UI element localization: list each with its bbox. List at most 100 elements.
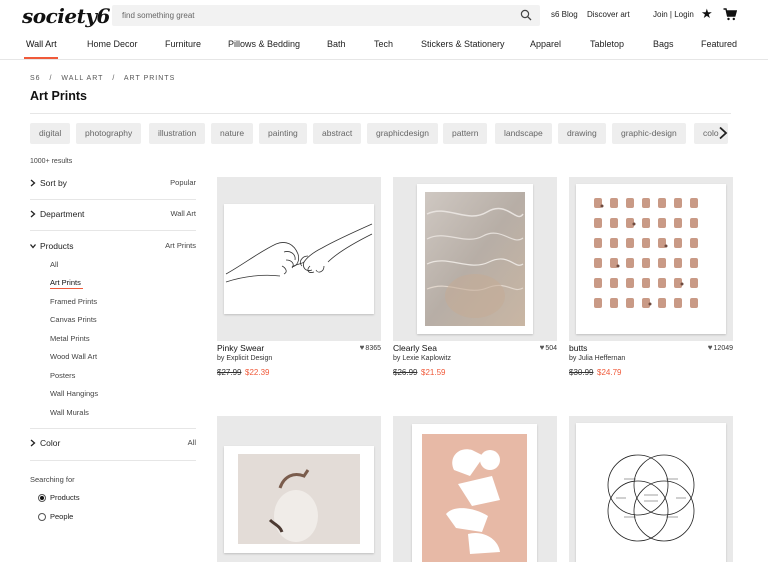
print-frame (576, 423, 726, 562)
category-wall-art[interactable]: Wall Art (26, 39, 57, 49)
breadcrumb-separator: / (112, 75, 116, 82)
star-icon[interactable]: ★ (701, 7, 713, 20)
print-frame (412, 424, 537, 562)
facet-sort-by[interactable]: Sort by Popular (30, 177, 196, 191)
product-image[interactable] (217, 416, 381, 562)
product-image[interactable] (569, 177, 733, 341)
divider (30, 428, 196, 429)
facet-value: Art Prints (165, 241, 196, 250)
product-type-wall-murals[interactable]: Wall Murals (50, 408, 89, 417)
blog-link[interactable]: s6 Blog (551, 10, 578, 19)
chevron-right-icon[interactable] (717, 126, 729, 140)
facet-value: Wall Art (170, 209, 196, 218)
facet-value: Popular (170, 178, 196, 187)
sale-price: $22.39 (245, 368, 270, 377)
discover-art-link[interactable]: Discover art (587, 10, 630, 19)
tag-chip[interactable]: drawing (558, 123, 606, 144)
facet-color[interactable]: Color All (30, 437, 196, 451)
product-name[interactable]: butts (569, 343, 587, 353)
facet-label: Color (40, 438, 61, 448)
product-card[interactable]: Clearly Sea ♥504 by Lexie Kaplowitz $26.… (393, 177, 557, 381)
product-name[interactable]: Pinky Swear (217, 343, 264, 353)
heart-icon[interactable]: ♥ (360, 343, 365, 352)
product-card[interactable] (569, 416, 733, 562)
product-artist[interactable]: by Julia Heffernan (569, 355, 625, 362)
facet-value: All (187, 438, 196, 447)
tag-chip[interactable]: photography (76, 123, 142, 144)
cart-icon[interactable] (723, 8, 737, 21)
product-image[interactable] (393, 177, 557, 341)
abstract-shapes-print (422, 434, 527, 562)
tag-chip[interactable]: graphic-design (612, 123, 686, 144)
radio-button[interactable] (38, 513, 46, 521)
category-tabletop[interactable]: Tabletop (590, 39, 624, 49)
product-type-metal-prints[interactable]: Metal Prints (50, 334, 90, 343)
tag-chip[interactable]: digital (30, 123, 71, 144)
search-icon[interactable] (520, 9, 532, 21)
facet-label: Sort by (40, 178, 67, 188)
category-stickers-stationery[interactable]: Stickers & Stationery (421, 39, 505, 49)
tag-chip[interactable]: graphicdesign (367, 123, 438, 144)
facet-products[interactable]: Products Art Prints (30, 240, 196, 254)
product-artist[interactable]: by Explicit Design (217, 355, 272, 362)
product-image[interactable] (217, 177, 381, 341)
category-tech[interactable]: Tech (374, 39, 393, 49)
category-featured[interactable]: Featured (701, 39, 737, 49)
favorite-count[interactable]: ♥504 (540, 343, 557, 352)
product-type-wood-wall-art[interactable]: Wood Wall Art (50, 352, 97, 361)
category-home-decor[interactable]: Home Decor (87, 39, 138, 49)
tag-chip[interactable]: pattern (443, 123, 488, 144)
favorite-count[interactable]: ♥8365 (360, 343, 381, 352)
product-type-all[interactable]: All (50, 260, 58, 269)
product-card[interactable] (217, 416, 381, 562)
favorite-count[interactable]: ♥12049 (708, 343, 733, 352)
product-name[interactable]: Clearly Sea (393, 343, 437, 353)
pattern-illustration (594, 198, 698, 308)
chevron-right-icon (30, 179, 36, 187)
product-card[interactable] (393, 416, 557, 562)
category-bath[interactable]: Bath (327, 39, 346, 49)
product-type-wall-hangings[interactable]: Wall Hangings (50, 389, 98, 398)
radio-label: People (50, 512, 74, 521)
radio-label: Products (50, 493, 80, 502)
product-image[interactable] (393, 416, 557, 562)
product-type-art-prints[interactable]: Art Prints (50, 278, 81, 287)
product-card[interactable]: Pinky Swear ♥8365 by Explicit Design $27… (217, 177, 381, 381)
search-input[interactable] (112, 5, 512, 26)
facet-label: Department (40, 209, 85, 219)
tag-chip[interactable]: illustration (149, 123, 206, 144)
tag-chip[interactable]: nature (211, 123, 254, 144)
print-frame (576, 184, 726, 334)
facet-department[interactable]: Department Wall Art (30, 208, 196, 222)
join-login-link[interactable]: Join | Login (653, 10, 694, 19)
site-logo[interactable]: society6 (22, 4, 110, 28)
product-artist[interactable]: by Lexie Kaplowitz (393, 355, 451, 362)
breadcrumb-art-prints[interactable]: Art Prints (124, 75, 175, 82)
sale-price: $21.59 (421, 368, 446, 377)
active-product-type-underline (50, 288, 83, 289)
search-bar[interactable] (112, 5, 540, 26)
tag-chip[interactable]: landscape (495, 123, 552, 144)
product-image[interactable] (569, 416, 733, 562)
print-frame (224, 446, 374, 553)
category-apparel[interactable]: Apparel (530, 39, 561, 49)
product-type-framed-prints[interactable]: Framed Prints (50, 297, 97, 306)
breadcrumb-s6[interactable]: S6 (30, 75, 41, 82)
radio-button[interactable] (38, 494, 46, 502)
category-bags[interactable]: Bags (653, 39, 674, 49)
tag-chip[interactable]: painting (259, 123, 307, 144)
tag-chip[interactable]: abstract (313, 123, 362, 144)
heart-icon[interactable]: ♥ (708, 343, 713, 352)
page-title: Art Prints (30, 89, 87, 103)
product-card[interactable]: butts ♥12049 by Julia Heffernan $30.99 $… (569, 177, 733, 381)
breadcrumb-separator: / (49, 75, 53, 82)
product-type-posters[interactable]: Posters (50, 371, 75, 380)
divider (30, 230, 196, 231)
facet-label: Products (40, 241, 74, 251)
chevron-down-icon (30, 244, 36, 249)
product-type-canvas-prints[interactable]: Canvas Prints (50, 315, 97, 324)
breadcrumb-wall-art[interactable]: Wall Art (61, 75, 103, 82)
heart-icon[interactable]: ♥ (540, 343, 545, 352)
category-pillows-bedding[interactable]: Pillows & Bedding (228, 39, 300, 49)
category-furniture[interactable]: Furniture (165, 39, 201, 49)
